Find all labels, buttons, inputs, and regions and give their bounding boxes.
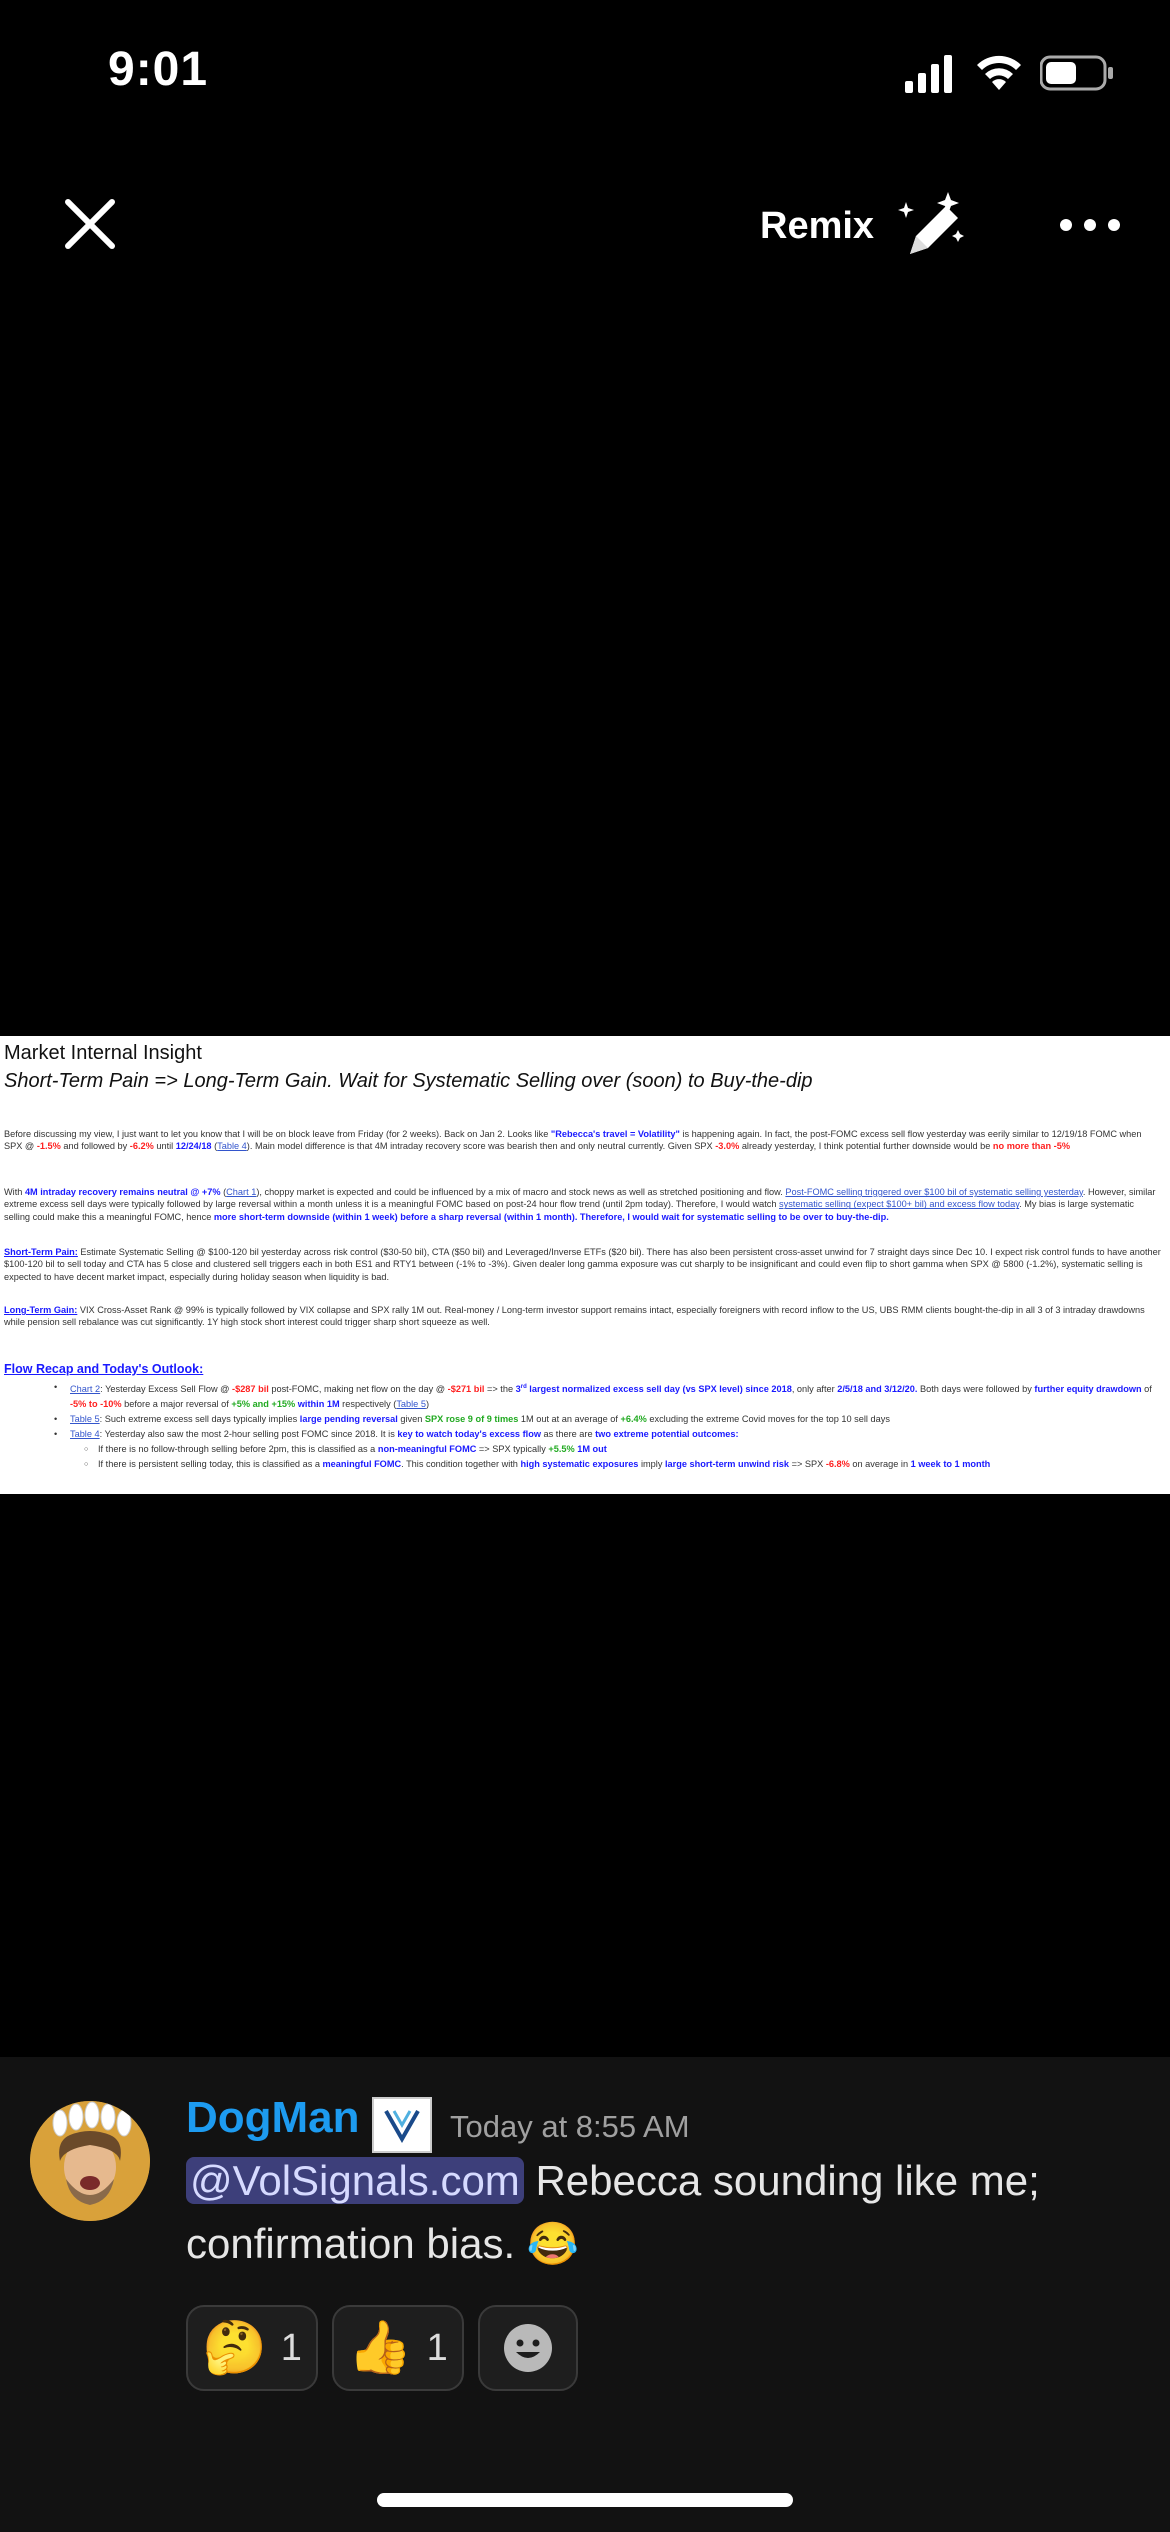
doc-paragraph-long-term: Long-Term Gain: VIX Cross-Asset Rank @ 9… xyxy=(4,1305,1145,1328)
dot-icon xyxy=(1084,219,1096,231)
doc-section-heading: Flow Recap and Today's Outlook: xyxy=(4,1362,204,1376)
thinking-emoji-icon: 🤔 xyxy=(202,2319,267,2377)
list-item: Table 5: Such extreme excess sell days t… xyxy=(54,1412,1162,1427)
doc-paragraph-intro: Before discussing my view, I just want t… xyxy=(4,1129,1142,1152)
dot-icon xyxy=(1060,219,1072,231)
username[interactable]: DogMan xyxy=(186,2093,360,2143)
thumbs-up-emoji-icon: 👍 xyxy=(347,2319,413,2377)
list-item: If there is no follow-through selling be… xyxy=(62,1442,1162,1457)
attached-document-image[interactable]: Market Internal Insight Short-Term Pain … xyxy=(0,1036,1170,1494)
status-bar: 9:01 xyxy=(0,0,1170,150)
media-viewer-toolbar: Remix xyxy=(0,170,1170,280)
wifi-icon xyxy=(977,55,1021,90)
add-reaction-button[interactable] xyxy=(477,2305,578,2391)
reaction-count: 1 xyxy=(426,2326,448,2369)
doc-paragraph-short-term: Short-Term Pain: Estimate Systematic Sel… xyxy=(4,1247,1161,1282)
laughing-emoji-icon: 😂 xyxy=(526,2220,580,2267)
avatar-image xyxy=(30,2101,150,2221)
doc-paragraph-outlook: With 4M intraday recovery remains neutra… xyxy=(4,1187,1156,1222)
remix-label: Remix xyxy=(760,204,875,247)
message-timestamp: Today at 8:55 AM xyxy=(450,2109,690,2144)
doc-title: Market Internal Insight xyxy=(4,1042,202,1064)
avatar[interactable] xyxy=(30,2101,150,2221)
home-indicator[interactable] xyxy=(377,2493,793,2507)
battery-icon xyxy=(1040,55,1113,91)
reaction-thinking[interactable]: 🤔 1 xyxy=(186,2305,318,2391)
status-time: 9:01 xyxy=(108,43,209,96)
list-item: If there is persistent selling today, th… xyxy=(62,1457,1162,1472)
smiley-icon xyxy=(503,2324,552,2372)
user-mention[interactable]: @VolSignals.com xyxy=(186,2157,524,2204)
cellular-signal-icon xyxy=(905,55,952,93)
list-item: Chart 2: Yesterday Excess Sell Flow @ -$… xyxy=(54,1380,1162,1412)
reaction-bar: 🤔 1 👍 1 xyxy=(186,2305,578,2391)
more-options-button[interactable] xyxy=(1060,200,1120,250)
magic-pen-icon xyxy=(898,192,965,254)
doc-subtitle: Short-Term Pain => Long-Term Gain. Wait … xyxy=(4,1070,813,1092)
message-panel: DogMan Today at 8:55 AM @VolSignals.com … xyxy=(0,2057,1170,2532)
vol-signals-badge-icon xyxy=(372,2097,432,2153)
dot-icon xyxy=(1108,219,1120,231)
remix-button[interactable]: Remix xyxy=(760,184,968,268)
doc-bullet-list: Chart 2: Yesterday Excess Sell Flow @ -$… xyxy=(54,1380,1162,1472)
reaction-count: 1 xyxy=(280,2326,302,2369)
list-item: Table 4: Yesterday also saw the most 2-h… xyxy=(54,1427,1162,1442)
reaction-thumbs-up[interactable]: 👍 1 xyxy=(331,2305,464,2391)
message-body: @VolSignals.com Rebecca sounding like me… xyxy=(186,2149,1126,2275)
close-icon[interactable] xyxy=(58,192,122,256)
